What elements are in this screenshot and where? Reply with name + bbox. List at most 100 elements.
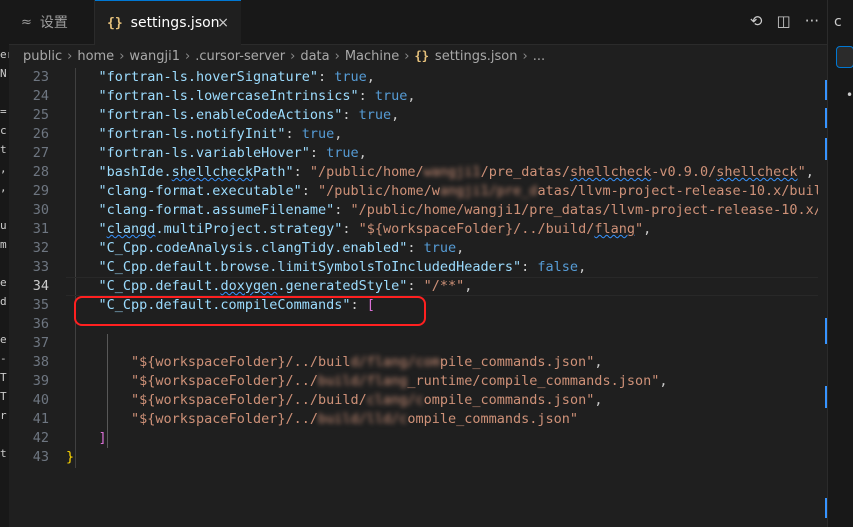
code-text: "C_Cpp.default.browse.limitSymbolsToIncl… — [66, 258, 587, 277]
cut-off-text: T — [0, 371, 7, 384]
code-line[interactable]: 43} — [9, 448, 827, 467]
code-token: Path" — [252, 164, 294, 180]
chevron-right-icon: › — [522, 48, 528, 64]
tab-settings-ui[interactable]: ≈ 设置 — [9, 0, 95, 44]
breadcrumb-item[interactable]: Machine — [345, 49, 399, 64]
code-line[interactable]: 38 "${workspaceFolder}/../build/flang/co… — [9, 353, 827, 372]
code-line[interactable]: 27 "fortran-ls.variableHover": true, — [9, 144, 827, 163]
cut-off-text: , — [0, 162, 7, 175]
dot-icon: • — [846, 88, 853, 102]
line-number: 32 — [32, 240, 49, 256]
line-number: 35 — [32, 297, 49, 313]
code-token: "clang-format.assumeFilename" — [98, 202, 335, 218]
cut-off-text: e — [0, 333, 7, 346]
breadcrumb-item[interactable]: wangji1 — [129, 49, 180, 64]
tab-settings-json[interactable]: {} settings.json × — [95, 0, 241, 45]
code-token: build/lld/c — [317, 411, 408, 427]
cut-off-text: t — [0, 447, 7, 460]
code-token: : — [342, 221, 359, 237]
code-line[interactable]: 33 "C_Cpp.default.browse.limitSymbolsToI… — [9, 258, 827, 277]
code-token: "C_Cpp.codeAnalysis.clangTidy.enabled" — [98, 240, 408, 256]
code-line[interactable]: 32 "C_Cpp.codeAnalysis.clangTidy.enabled… — [9, 239, 827, 258]
code-token: flang — [594, 221, 635, 237]
breadcrumb-item[interactable]: home — [77, 49, 114, 64]
code-line[interactable]: 31 "clangd.multiProject.strategy": "${wo… — [9, 220, 827, 239]
line-number: 28 — [32, 164, 49, 180]
code-token: true — [358, 107, 392, 123]
code-line[interactable]: 37 — [9, 334, 827, 353]
annotation-highlight-box — [74, 296, 426, 326]
code-token: "fortran-ls.hoverSignature" — [98, 69, 318, 85]
code-token: , — [659, 373, 668, 389]
chevron-right-icon: › — [290, 48, 296, 64]
line-number: 40 — [32, 392, 49, 408]
json-braces-icon: {} — [414, 49, 429, 63]
line-number: 36 — [32, 316, 49, 332]
code-token: true — [423, 240, 457, 256]
code-line[interactable]: 28 "bashIde.shellcheckPath": "/public/ho… — [9, 163, 827, 182]
split-editor-icon[interactable]: ◫ — [777, 12, 791, 30]
settings-icon: ≈ — [21, 14, 32, 30]
code-token: , — [594, 354, 603, 370]
code-token: _runtime/compile_commands.json" — [407, 373, 660, 389]
code-line[interactable]: 29 "clang-format.executable": "/public/h… — [9, 182, 827, 201]
code-line[interactable]: 24 "fortran-ls.lowercaseIntrinsics": tru… — [9, 87, 827, 106]
code-token: shellcheck — [716, 164, 798, 180]
cut-off-text: r — [0, 409, 7, 422]
code-token: "clang-format.executable" — [98, 183, 302, 199]
line-number: 24 — [32, 88, 49, 104]
code-token: pile_commands.json" — [439, 354, 595, 370]
json-braces-icon: {} — [107, 15, 123, 31]
code-token: true — [334, 69, 367, 85]
code-token: " — [634, 221, 644, 237]
breadcrumb-item[interactable]: .cursor-server — [195, 49, 285, 64]
breadcrumb-item[interactable]: data — [300, 49, 329, 64]
code-line[interactable]: 34 "C_Cpp.default.doxygen.generatedStyle… — [9, 277, 827, 296]
history-icon[interactable]: ⟲ — [750, 12, 763, 30]
code-token: , — [464, 278, 473, 294]
scrollbar-overview-ruler[interactable] — [818, 68, 828, 527]
cut-off-text: t — [0, 143, 7, 156]
code-token: , — [334, 126, 343, 142]
code-line[interactable]: 26 "fortran-ls.notifyInit": true, — [9, 125, 827, 144]
code-line[interactable]: 41 "${workspaceFolder}/../build/lld/comp… — [9, 410, 827, 429]
code-text: "${workspaceFolder}/../build/flang_runti… — [66, 372, 667, 391]
code-token: , — [391, 107, 400, 123]
code-token: "fortran-ls.enableCodeActions" — [98, 107, 343, 123]
cut-off-text: m — [0, 238, 7, 251]
code-text: "fortran-ls.notifyInit": true, — [66, 125, 343, 144]
code-line[interactable]: 23 "fortran-ls.hoverSignature": true, — [9, 68, 827, 87]
tab-label: settings.json — [130, 15, 220, 31]
code-line[interactable]: 39 "${workspaceFolder}/../build/flang_ru… — [9, 372, 827, 391]
line-number: 43 — [32, 449, 49, 465]
close-icon[interactable]: × — [217, 15, 229, 31]
code-text: "fortran-ls.hoverSignature": true, — [66, 68, 375, 87]
line-number: 33 — [32, 259, 49, 275]
editor-tab-bar: ≈ 设置 {} settings.json × ⟲ ◫ ··· — [9, 0, 827, 45]
code-line[interactable]: 25 "fortran-ls.enableCodeActions": true, — [9, 106, 827, 125]
line-number: 23 — [32, 69, 49, 85]
cut-off-text: = — [0, 105, 7, 118]
breadcrumb-item[interactable]: settings.json — [435, 49, 518, 64]
code-token: : — [334, 202, 351, 218]
breadcrumb-item[interactable]: ... — [533, 49, 545, 64]
panel-input[interactable] — [836, 46, 853, 68]
code-line[interactable]: 40 "${workspaceFolder}/../build/clang/co… — [9, 391, 827, 410]
code-text: "clang-format.executable": "/public/home… — [66, 182, 827, 201]
code-line[interactable]: 42 ] — [9, 429, 827, 448]
more-icon[interactable]: ··· — [805, 12, 819, 30]
code-token: shellcheck — [569, 164, 652, 180]
line-number: 37 — [32, 335, 49, 351]
code-text: "C_Cpp.default.doxygen.generatedStyle": … — [66, 277, 473, 296]
code-token: shellcheck — [171, 164, 253, 180]
code-line[interactable]: 30 "clang-format.assumeFilename": "/publ… — [9, 201, 827, 220]
code-token: , — [805, 164, 814, 180]
code-token: "fortran-ls.notifyInit" — [98, 126, 286, 142]
breadcrumb-item[interactable]: public — [23, 49, 62, 64]
